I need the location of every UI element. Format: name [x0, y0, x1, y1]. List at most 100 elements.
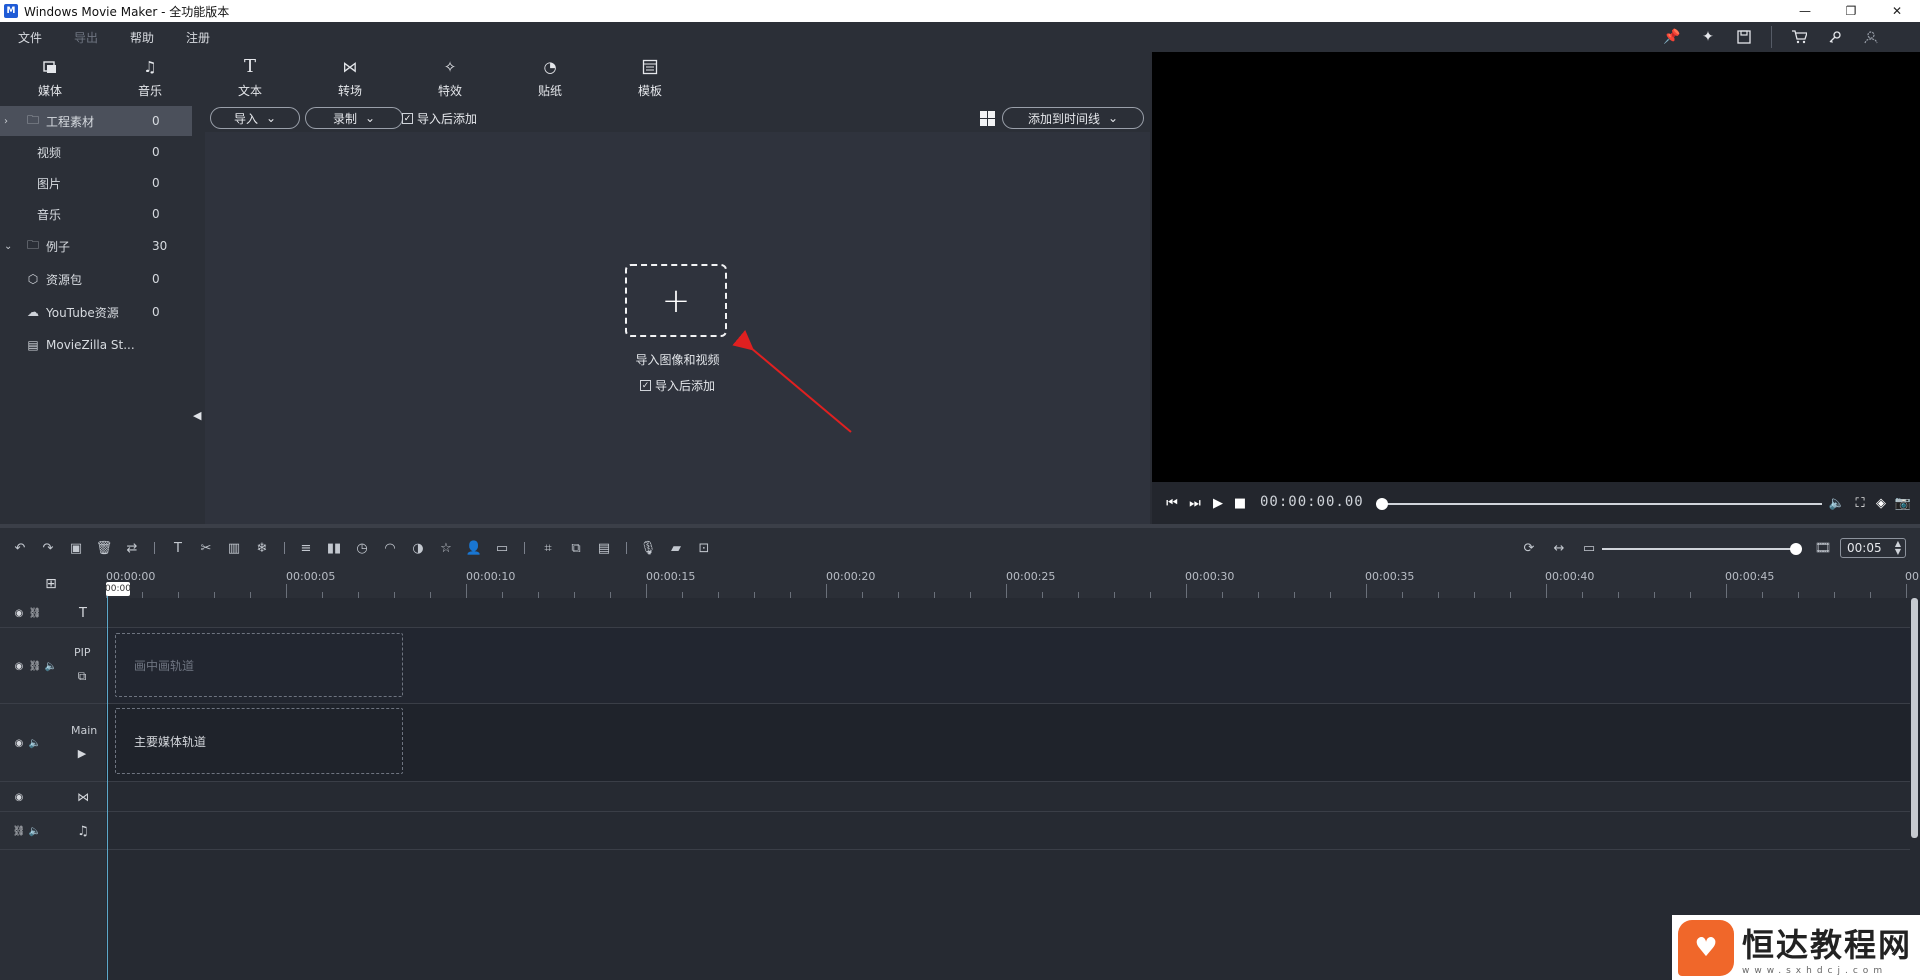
scrubber-handle[interactable]	[1376, 498, 1388, 510]
eye-icon[interactable]: ◉	[12, 790, 26, 804]
sidebar-item-youtube[interactable]: ☁ YouTube资源 0	[0, 297, 192, 327]
speaker-icon[interactable]: 🔈	[28, 824, 42, 838]
sidebar-item-moviezilla-store[interactable]: ▤ MovieZilla St...	[0, 330, 192, 360]
tab-effects[interactable]: ✧ 特效	[400, 52, 500, 104]
eye-icon[interactable]: ◉	[12, 606, 26, 620]
add-text-icon[interactable]: T	[170, 540, 186, 556]
eye-icon[interactable]: ◉	[12, 736, 26, 750]
cart-icon[interactable]	[1790, 28, 1808, 46]
columns-icon[interactable]: ▥	[226, 540, 242, 556]
menu-help[interactable]: 帮助	[112, 29, 168, 46]
link-icon[interactable]: ⛓	[12, 824, 26, 838]
screen-record-icon[interactable]: ⊡	[696, 540, 712, 556]
crop-icon[interactable]: ⌗	[540, 540, 556, 556]
menu-export[interactable]: 导出	[56, 29, 112, 46]
restore-button[interactable]: ❐	[1828, 0, 1874, 22]
speaker-icon[interactable]: 🔈	[28, 736, 42, 750]
step-forward-icon[interactable]: ⏭	[1187, 495, 1203, 511]
fill-icon[interactable]: ◈	[1873, 495, 1889, 511]
collapse-sidebar-icon[interactable]: ◀	[193, 409, 201, 422]
film-icon[interactable]: 🎞	[1815, 540, 1832, 556]
favorite-icon[interactable]: ☆	[438, 540, 454, 556]
delete-icon[interactable]: 🗑	[96, 540, 113, 556]
close-button[interactable]: ✕	[1874, 0, 1920, 22]
eye-icon[interactable]: ◉	[12, 659, 26, 673]
speed-icon[interactable]: ◠	[382, 540, 398, 556]
color-icon[interactable]: ◑	[410, 540, 426, 556]
music-icon: ♫	[143, 57, 157, 76]
audio-bars-icon[interactable]: ▮▮	[326, 540, 342, 556]
split-icon[interactable]: ✂	[198, 540, 214, 556]
volume-icon[interactable]: 🔈	[1829, 495, 1845, 511]
sidebar-item-resource-pack[interactable]: ⬡ 资源包 0	[0, 264, 192, 294]
time-ruler[interactable]: 00:00:00 00:00:05 00:00:10 00:00:15 00:0…	[106, 568, 1920, 598]
sidebar-item-music[interactable]: 音乐 0	[0, 199, 192, 229]
site-watermark: ♥ 恒达教程网 www.sxhdcj.com	[1672, 915, 1920, 980]
playhead-handle[interactable]: 00:00	[105, 582, 131, 596]
mask-icon[interactable]: ▭	[494, 540, 510, 556]
item-count: 0	[152, 272, 160, 286]
sidebar-item-images[interactable]: 图片 0	[0, 168, 192, 198]
stop-icon[interactable]: ■	[1232, 495, 1248, 511]
tab-text[interactable]: T 文本	[200, 52, 300, 104]
zoom-slider-handle[interactable]	[1790, 543, 1802, 555]
menu-file[interactable]: 文件	[0, 29, 56, 46]
tab-music[interactable]: ♫ 音乐	[100, 52, 200, 104]
freeze-icon[interactable]: ❄	[254, 540, 270, 556]
menu-register[interactable]: 注册	[168, 29, 224, 46]
skip-back-icon[interactable]: ⏮	[1164, 495, 1180, 511]
sidebar-item-examples[interactable]: ⌄ 🗀 例子 30	[0, 231, 192, 261]
tab-media[interactable]: 媒体	[0, 52, 100, 104]
pip-track-placeholder[interactable]: 画中画轨道	[115, 633, 403, 697]
transition-track[interactable]	[106, 782, 1910, 812]
media-icon	[40, 58, 60, 76]
add-track-icon[interactable]: ⊞	[44, 576, 58, 592]
spinner-icon[interactable]: ▲ ▼	[1895, 540, 1901, 556]
fit-width-icon[interactable]: ↔	[1551, 540, 1567, 556]
adjust-icon[interactable]: ≡	[298, 540, 314, 556]
track-header-text: ◉ ⛓ T	[0, 598, 106, 628]
zoom-interval-field[interactable]: 00:05 ▲ ▼	[1840, 538, 1906, 558]
speaker-icon[interactable]: 🔈	[44, 659, 58, 673]
key-icon[interactable]	[1826, 28, 1844, 46]
zoom-out-icon[interactable]: ▭	[1581, 540, 1597, 556]
main-track-placeholder[interactable]: 主要媒体轨道	[115, 708, 403, 774]
minimize-button[interactable]: —	[1782, 0, 1828, 22]
sidebar-item-video[interactable]: 视频 0	[0, 137, 192, 167]
pip-track[interactable]: 画中画轨道	[106, 628, 1910, 704]
person-icon[interactable]: 👤	[466, 540, 482, 556]
redo-icon[interactable]: ↷	[40, 540, 56, 556]
play-icon[interactable]: ▶	[1210, 495, 1226, 511]
pin-icon[interactable]: 📌	[1663, 28, 1681, 46]
preview-scrubber[interactable]	[1382, 503, 1822, 505]
pip-icon[interactable]: ⧉	[568, 540, 584, 556]
clock-icon[interactable]: ◷	[354, 540, 370, 556]
link-icon[interactable]: ⛓	[28, 606, 42, 620]
timeline-toolbar: ↶ ↷ ▣ 🗑 ⇄ T ✂ ▥ ❄ ≡ ▮▮ ◷ ◠ ◑ ☆ 👤 ▭ ⌗ ⧉ ▤…	[0, 528, 1920, 568]
zoom-slider[interactable]	[1602, 548, 1794, 550]
main-track[interactable]: 主要媒体轨道	[106, 704, 1910, 782]
user-icon[interactable]	[1862, 28, 1880, 46]
fullscreen-icon[interactable]: ⛶	[1852, 495, 1868, 511]
refresh-icon[interactable]: ⟳	[1521, 540, 1537, 556]
aspect-ratio-icon[interactable]: ▤	[596, 540, 612, 556]
microphone-icon[interactable]: 🎙	[640, 540, 657, 556]
item-count: 0	[152, 114, 160, 128]
link-icon[interactable]: ⛓	[28, 659, 42, 673]
camera-icon[interactable]: 📷	[1895, 495, 1911, 511]
save-icon[interactable]	[1735, 28, 1753, 46]
item-count: 0	[152, 207, 160, 221]
video-preview[interactable]	[1152, 52, 1920, 482]
paste-icon[interactable]: ▣	[68, 540, 84, 556]
tab-transition[interactable]: ⋈ 转场	[300, 52, 400, 104]
text-track[interactable]	[106, 598, 1910, 628]
sidebar-item-project-assets[interactable]: › 🗀 工程素材 0	[0, 106, 192, 136]
tab-template[interactable]: 模板	[600, 52, 700, 104]
tab-sticker[interactable]: ◔ 贴纸	[500, 52, 600, 104]
star-icon[interactable]: ✦	[1699, 28, 1717, 46]
audio-track[interactable]	[106, 812, 1910, 850]
undo-icon[interactable]: ↶	[12, 540, 28, 556]
replace-icon[interactable]: ⇄	[124, 540, 140, 556]
timeline-scrollbar[interactable]	[1911, 598, 1918, 838]
webcam-icon[interactable]: ▰	[668, 540, 684, 556]
